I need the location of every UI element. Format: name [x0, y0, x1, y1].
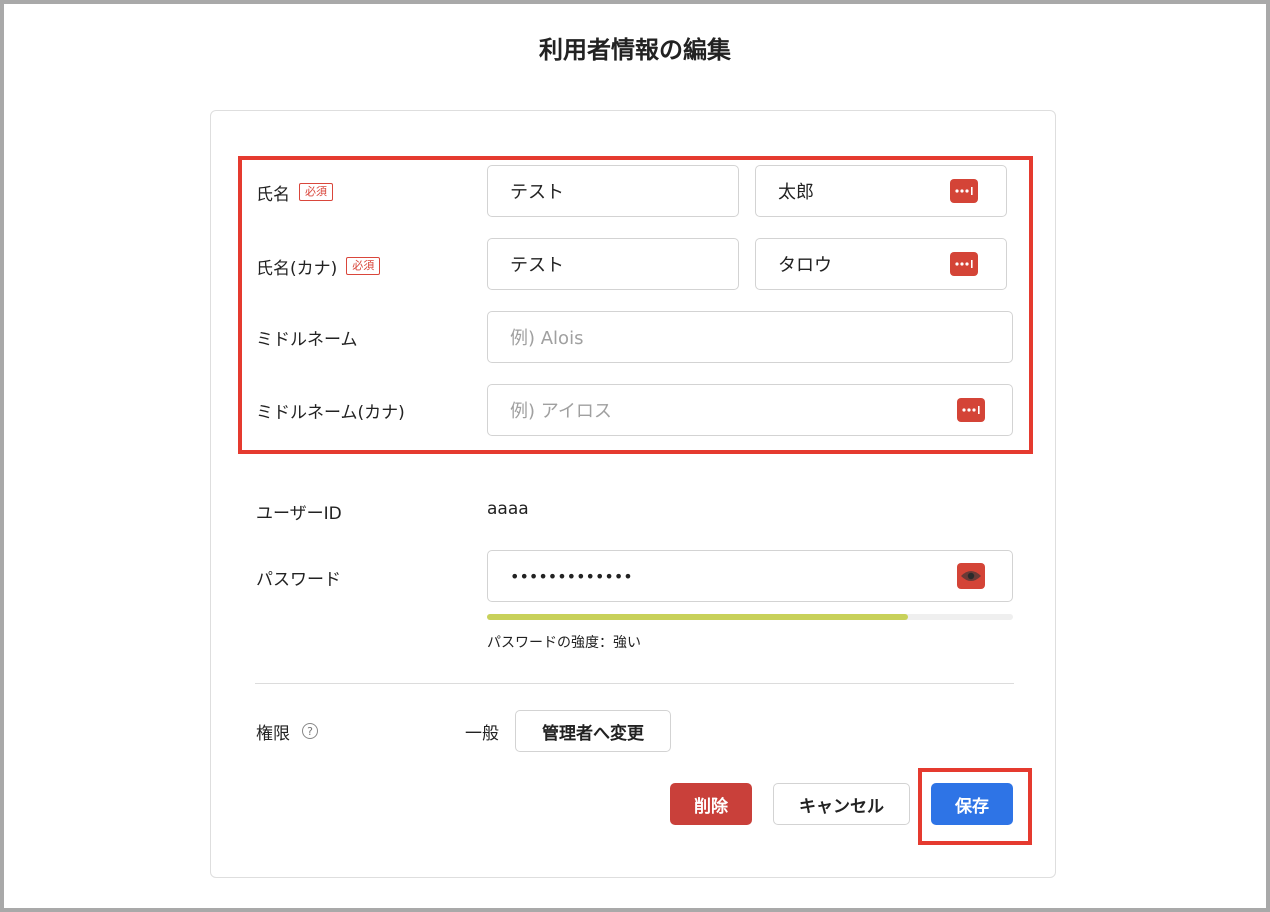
eye-icon[interactable] [957, 563, 985, 589]
save-button-highlight [918, 768, 1032, 845]
password-input[interactable]: ••••••••••••• [487, 550, 1013, 602]
password-label: パスワード [256, 565, 341, 590]
password-strength-fill [487, 614, 908, 620]
user-id-value: aaaa [487, 499, 529, 519]
role-label-text: 権限 [256, 723, 290, 744]
name-fields-highlight [238, 156, 1033, 454]
user-id-label: ユーザーID [256, 499, 342, 524]
delete-button[interactable]: 削除 [670, 783, 752, 825]
question-circle-icon[interactable]: ? [302, 723, 318, 739]
password-masked-value: ••••••••••••• [510, 566, 633, 586]
role-label: 権限 ? [256, 719, 318, 744]
cancel-button[interactable]: キャンセル [773, 783, 910, 825]
password-label-text: パスワード [256, 569, 341, 590]
password-strength-meter [487, 614, 1013, 620]
section-divider [255, 683, 1014, 684]
password-strength-text: パスワードの強度：強い [487, 635, 641, 651]
role-value: 一般 [465, 724, 499, 744]
user-id-label-text: ユーザーID [256, 503, 342, 524]
change-to-admin-button[interactable]: 管理者へ変更 [515, 710, 671, 752]
page-title: 利用者情報の編集 [539, 36, 731, 64]
